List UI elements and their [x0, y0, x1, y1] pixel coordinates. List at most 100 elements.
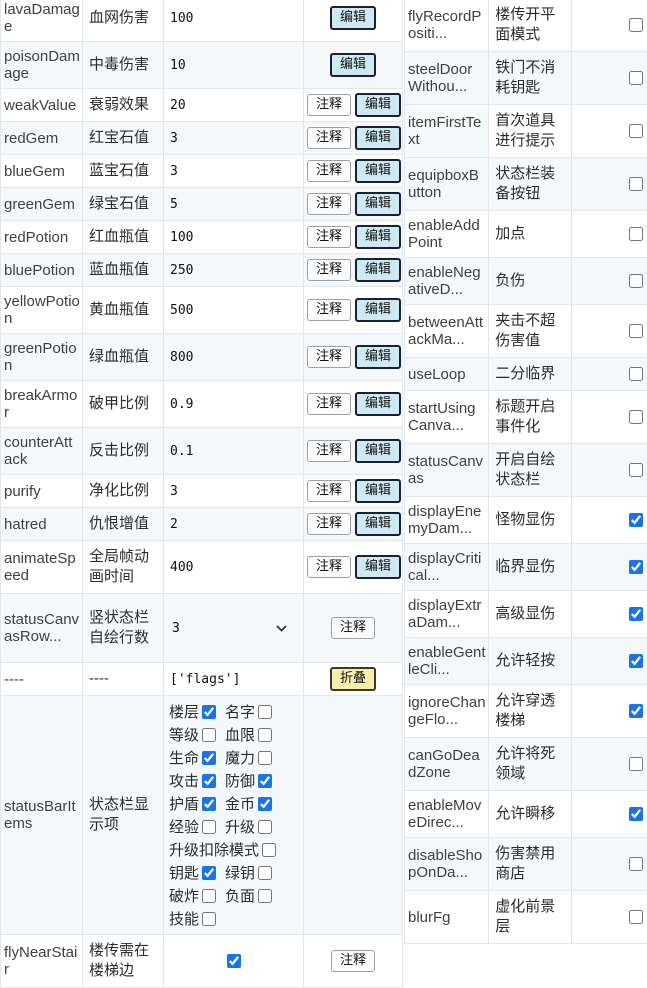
- chevron-down-icon: [276, 625, 287, 632]
- flag-checkbox[interactable]: [629, 857, 643, 871]
- flag-checkbox[interactable]: [629, 654, 643, 668]
- comment-button[interactable]: 注释: [307, 393, 351, 415]
- edit-button[interactable]: 编辑: [355, 93, 401, 117]
- status-bar-item-checkbox[interactable]: [202, 705, 216, 719]
- game-config-panel: lavaDamage血网伤害100编辑poisonDamage中毒伤害10编辑w…: [0, 0, 647, 982]
- config-key: greenPotion: [1, 334, 83, 381]
- comment-button[interactable]: 注释: [307, 127, 351, 149]
- comment-button[interactable]: 注释: [307, 513, 351, 535]
- status-canvas-rows-select[interactable]: 3: [170, 616, 297, 640]
- edit-button[interactable]: 编辑: [355, 225, 401, 249]
- edit-button[interactable]: 编辑: [355, 159, 401, 183]
- flag-checkbox[interactable]: [629, 227, 643, 241]
- flag-checkbox[interactable]: [629, 607, 643, 621]
- status-bar-item-checkbox[interactable]: [258, 797, 272, 811]
- flag-key: flyRecordPositi...: [405, 0, 489, 52]
- status-bar-item-checkbox[interactable]: [202, 866, 216, 880]
- config-key: breakArmor: [1, 381, 83, 428]
- flag-checkbox[interactable]: [629, 560, 643, 574]
- fly-near-stair-checkbox[interactable]: [227, 954, 241, 968]
- comment-button[interactable]: 注释: [307, 556, 351, 578]
- status-bar-item-checkbox[interactable]: [202, 889, 216, 903]
- flag-checkbox[interactable]: [629, 410, 643, 424]
- status-bar-item-checkbox[interactable]: [258, 705, 272, 719]
- status-bar-item-checkbox[interactable]: [202, 912, 216, 926]
- collapse-button[interactable]: 折叠: [330, 667, 376, 691]
- status-bar-item-label: 升级: [225, 816, 255, 837]
- status-bar-item-checkbox[interactable]: [202, 820, 216, 834]
- comment-button[interactable]: 注释: [307, 346, 351, 368]
- flag-checkbox[interactable]: [629, 367, 643, 381]
- flag-label: 开启自绘状态栏: [489, 444, 571, 497]
- status-bar-item-checkbox[interactable]: [202, 797, 216, 811]
- flag-checkbox[interactable]: [629, 463, 643, 477]
- comment-button[interactable]: 注释: [307, 226, 351, 248]
- config-value: 400: [164, 541, 304, 594]
- flag-checkbox[interactable]: [629, 513, 643, 527]
- status-bar-item: 等级: [169, 724, 216, 745]
- flag-checkbox[interactable]: [629, 324, 643, 338]
- comment-button[interactable]: 注释: [331, 617, 375, 639]
- flag-checkbox[interactable]: [629, 757, 643, 771]
- comment-button[interactable]: 注释: [307, 160, 351, 182]
- config-label: 竖状态栏自绘行数: [83, 594, 164, 663]
- flag-checkbox[interactable]: [629, 274, 643, 288]
- flag-checkbox-cell: [571, 791, 647, 838]
- status-bar-item-checkbox[interactable]: [262, 843, 276, 857]
- config-key: hatred: [1, 508, 83, 541]
- flag-checkbox[interactable]: [629, 807, 643, 821]
- status-bar-item: 钥匙: [169, 862, 216, 883]
- config-label: 红宝石值: [83, 122, 164, 155]
- config-key: animateSpeed: [1, 541, 83, 594]
- edit-button[interactable]: 编辑: [355, 126, 401, 150]
- flag-checkbox[interactable]: [629, 18, 643, 32]
- comment-button[interactable]: 注释: [307, 480, 351, 502]
- flag-checkbox-cell: [571, 158, 647, 211]
- edit-button[interactable]: 编辑: [355, 258, 401, 282]
- edit-button[interactable]: 编辑: [355, 439, 401, 463]
- config-label: 全局帧动画时间: [83, 541, 164, 594]
- status-bar-item-checkbox[interactable]: [258, 728, 272, 742]
- edit-button[interactable]: 编辑: [355, 345, 401, 369]
- status-bar-item-checkbox[interactable]: [258, 774, 272, 788]
- flag-checkbox[interactable]: [629, 124, 643, 138]
- flag-checkbox[interactable]: [629, 910, 643, 924]
- edit-button[interactable]: 编辑: [355, 512, 401, 536]
- edit-button[interactable]: 编辑: [355, 192, 401, 216]
- flag-label: 加点: [489, 211, 571, 258]
- config-actions: 注释编辑: [304, 334, 403, 381]
- comment-button[interactable]: 注释: [331, 950, 375, 972]
- comment-button[interactable]: 注释: [307, 94, 351, 116]
- flag-checkbox[interactable]: [629, 71, 643, 85]
- flag-checkbox-cell: [571, 52, 647, 105]
- edit-button[interactable]: 编辑: [330, 6, 376, 30]
- status-bar-item-checkbox[interactable]: [202, 751, 216, 765]
- status-bar-item-label: 等级: [169, 724, 199, 745]
- comment-button[interactable]: 注释: [307, 193, 351, 215]
- edit-button[interactable]: 编辑: [355, 298, 401, 322]
- comment-button[interactable]: 注释: [307, 440, 351, 462]
- flag-label: 允许瞬移: [489, 791, 571, 838]
- status-bar-items-line: 钥匙绿钥: [169, 861, 301, 884]
- status-bar-item-checkbox[interactable]: [258, 889, 272, 903]
- edit-button[interactable]: 编辑: [330, 53, 376, 77]
- flag-checkbox-cell: [571, 591, 647, 638]
- status-bar-item: 血限: [225, 724, 272, 745]
- flag-label: 允许将死领域: [489, 738, 571, 791]
- status-bar-item-checkbox[interactable]: [258, 866, 272, 880]
- edit-button[interactable]: 编辑: [355, 392, 401, 416]
- comment-button[interactable]: 注释: [307, 259, 351, 281]
- config-row: weakValue衰弱效果20注释编辑: [1, 89, 403, 122]
- status-bar-item: 名字: [225, 701, 272, 722]
- status-bar-item-checkbox[interactable]: [258, 820, 272, 834]
- edit-button[interactable]: 编辑: [355, 479, 401, 503]
- status-bar-item-checkbox[interactable]: [258, 751, 272, 765]
- edit-button[interactable]: 编辑: [355, 555, 401, 579]
- flag-row: enableGentleCli...允许轻按: [405, 638, 647, 685]
- status-bar-item-checkbox[interactable]: [202, 774, 216, 788]
- flag-checkbox[interactable]: [629, 177, 643, 191]
- flag-checkbox[interactable]: [629, 704, 643, 718]
- status-bar-item-checkbox[interactable]: [202, 728, 216, 742]
- comment-button[interactable]: 注释: [307, 299, 351, 321]
- config-row: --------['flags']折叠: [1, 663, 403, 696]
